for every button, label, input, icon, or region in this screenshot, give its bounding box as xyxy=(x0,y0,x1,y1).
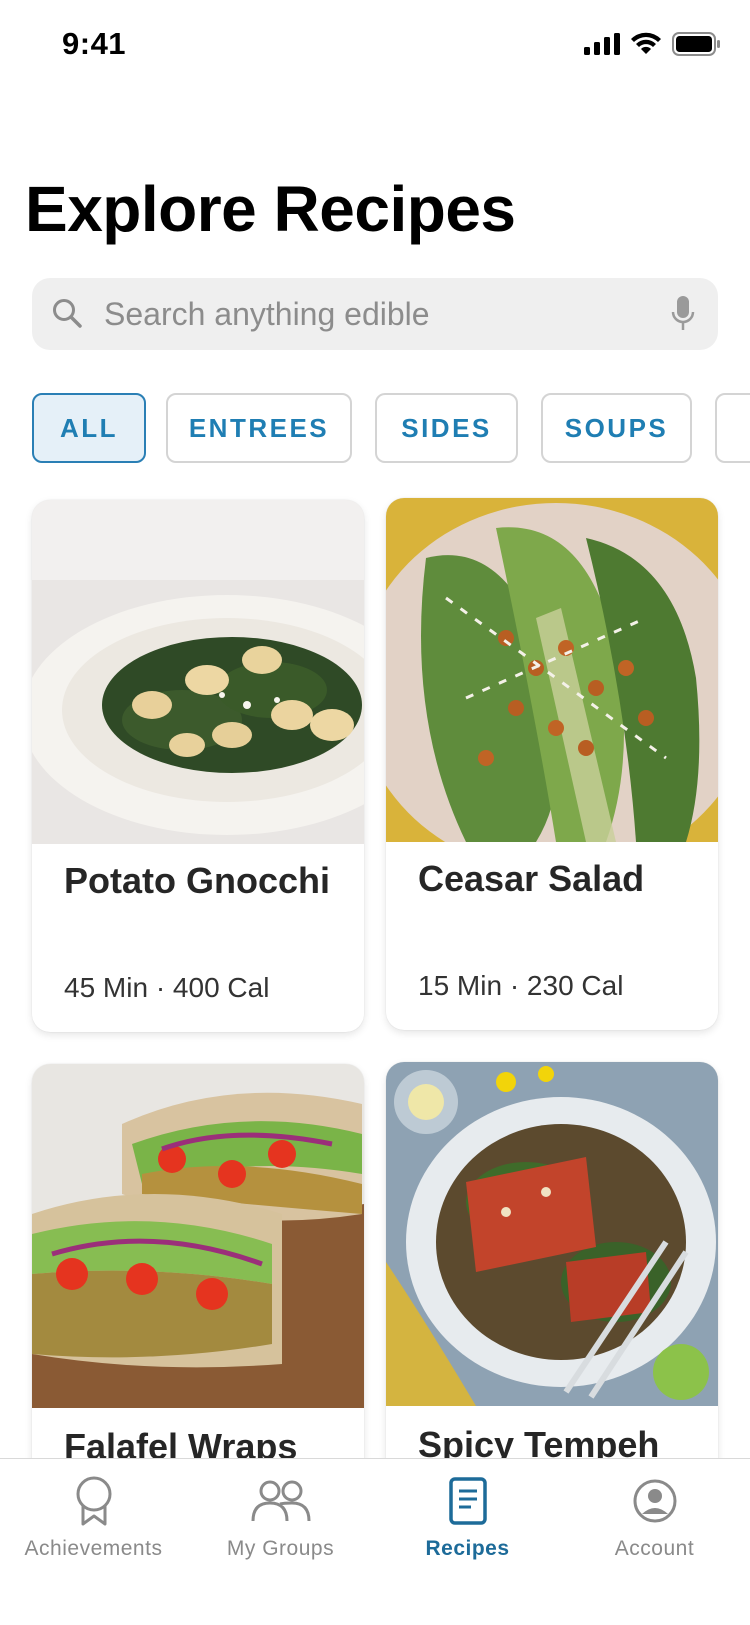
recipe-title: Potato Gnocchi xyxy=(64,860,331,901)
filter-chip-sides[interactable]: SIDES xyxy=(375,393,518,463)
status-time: 9:41 xyxy=(62,26,127,61)
recipe-meta: 45 Min · 400 Cal xyxy=(64,972,270,1003)
tab-label: Achievements xyxy=(24,1537,163,1560)
filter-chip-soups[interactable]: SOUPS xyxy=(541,393,692,463)
tab-label: Recipes xyxy=(425,1537,510,1560)
tab-recipes[interactable]: Recipes xyxy=(374,1459,561,1579)
search-icon xyxy=(53,299,82,328)
page-title: Explore Recipes xyxy=(25,173,516,245)
recipe-meta: 15 Min · 230 Cal xyxy=(418,970,624,1001)
recipe-book-icon xyxy=(448,1477,487,1525)
status-icons xyxy=(584,32,720,56)
status-bar: 9:41 xyxy=(0,0,750,90)
cellular-signal-icon xyxy=(584,33,620,55)
recipe-image-potato-gnocchi xyxy=(32,500,364,844)
microphone-icon[interactable] xyxy=(670,294,696,334)
recipe-image-spicy-tempeh xyxy=(386,1062,718,1406)
tab-my-groups[interactable]: My Groups xyxy=(187,1459,374,1579)
recipe-image-ceasar-salad xyxy=(386,498,718,842)
wifi-icon xyxy=(631,32,661,54)
recipe-image-falafel-wraps xyxy=(32,1064,364,1408)
account-icon xyxy=(633,1479,676,1523)
battery-icon xyxy=(672,32,720,56)
recipe-card-ceasar-salad[interactable]: Ceasar Salad 15 Min · 230 Cal xyxy=(386,498,718,1030)
filter-chip-all[interactable]: ALL xyxy=(32,393,146,463)
recipe-card-potato-gnocchi[interactable]: Potato Gnocchi 45 Min · 400 Cal xyxy=(32,500,364,1032)
search-input[interactable] xyxy=(94,278,664,350)
filter-chip-entrees[interactable]: ENTREES xyxy=(166,393,352,463)
recipe-card-falafel-wraps[interactable]: Falafel Wraps xyxy=(32,1064,364,1514)
ribbon-icon xyxy=(76,1476,111,1526)
tab-label: Account xyxy=(614,1537,695,1560)
search-bar[interactable] xyxy=(32,278,718,350)
tab-label: My Groups xyxy=(226,1537,335,1560)
tab-account[interactable]: Account xyxy=(561,1459,748,1579)
recipe-title: Ceasar Salad xyxy=(418,858,645,899)
filter-chip-more[interactable] xyxy=(715,393,750,463)
recipe-card-spicy-tempeh[interactable]: Spicy Tempeh xyxy=(386,1062,718,1512)
bottom-tab-bar: Achievements My Groups Recipes Account xyxy=(0,1458,750,1625)
tab-achievements[interactable]: Achievements xyxy=(0,1459,187,1579)
group-icon xyxy=(251,1480,310,1522)
category-filter-bar: ALL ENTREES SIDES SOUPS xyxy=(32,393,750,467)
